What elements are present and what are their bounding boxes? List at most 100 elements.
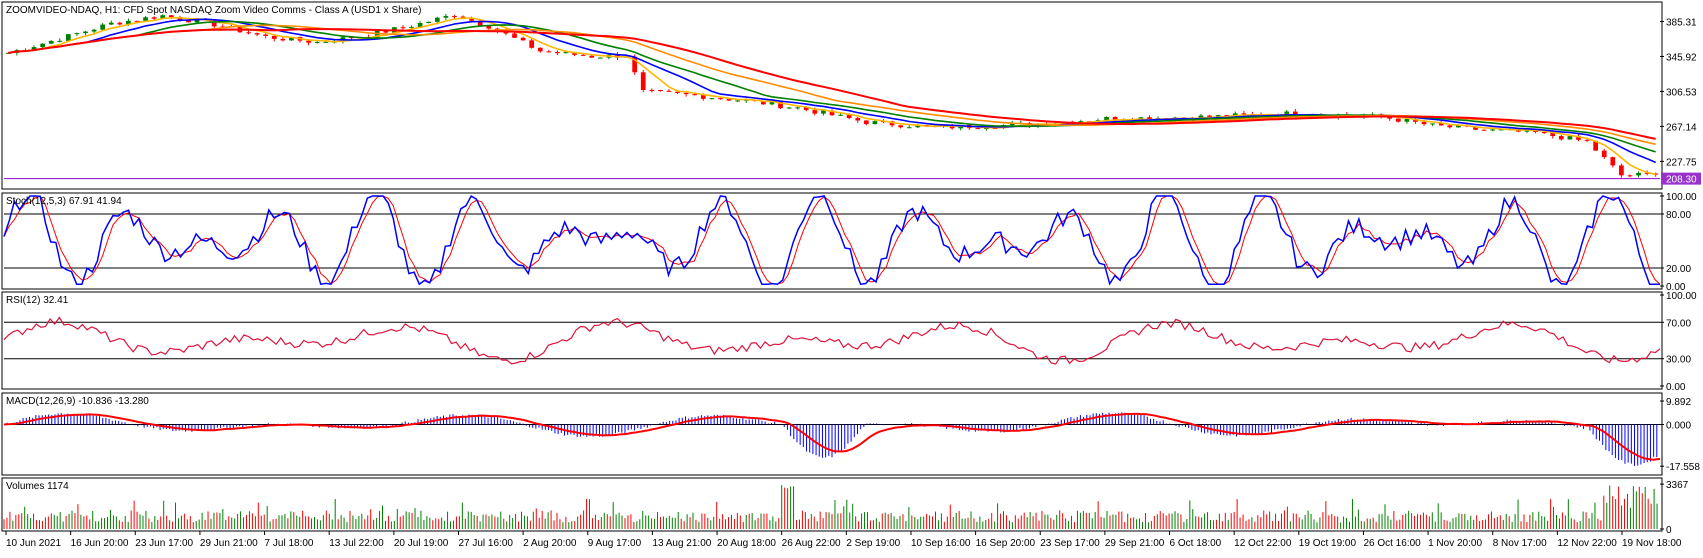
candle-body	[872, 121, 878, 125]
stoch-main-line	[3, 194, 1660, 286]
macd-tick-label: 0.000	[1666, 421, 1691, 432]
candle-body	[91, 29, 97, 32]
x-tick-label: 19 Nov 18:00	[1622, 538, 1682, 549]
x-tick-label: 20 Jul 19:00	[394, 538, 449, 549]
rsi-tick-label: 30.00	[1666, 355, 1691, 366]
candle-body	[400, 27, 406, 29]
candle-body	[821, 110, 826, 114]
candle-body	[666, 90, 672, 92]
volume-label: Volumes 1174	[6, 481, 69, 492]
rsi-tick-label: 100.00	[1666, 291, 1697, 302]
stoch-tick-label: 80.00	[1666, 210, 1691, 221]
ma-orange-line	[8, 24, 1656, 146]
candle-body	[83, 31, 88, 34]
price-panel	[4, 14, 1660, 180]
candle-body	[1627, 175, 1633, 177]
rsi-tick-label: 70.00	[1666, 318, 1691, 329]
candle-body	[1490, 129, 1496, 131]
candle-body	[683, 92, 689, 95]
x-tick-label: 16 Jun 20:00	[71, 538, 129, 549]
candle-body	[65, 34, 71, 41]
x-tick-label: 20 Aug 18:00	[717, 538, 776, 549]
x-tick-label: 1 Nov 20:00	[1428, 538, 1482, 549]
candle-body	[426, 21, 432, 23]
candle-body	[975, 128, 981, 130]
x-tick-label: 26 Aug 22:00	[782, 538, 841, 549]
stoch-tick-label: 20.00	[1666, 264, 1691, 275]
x-tick-label: 12 Oct 22:00	[1234, 538, 1292, 549]
ma-red-line	[8, 28, 1656, 140]
candle-body	[271, 35, 277, 39]
candle-body	[443, 16, 449, 18]
candle-body	[1404, 119, 1410, 122]
candle-body	[108, 22, 114, 25]
x-tick-label: 23 Jun 17:00	[135, 538, 193, 549]
x-tick-label: 6 Oct 18:00	[1170, 538, 1222, 549]
candle-body	[786, 107, 792, 109]
candle-body	[469, 19, 474, 21]
candle-body	[1610, 157, 1616, 166]
candle-body	[537, 47, 543, 52]
candle-body	[1395, 118, 1401, 122]
macd-tick-label: 9.892	[1666, 397, 1691, 408]
candle-body	[512, 33, 517, 38]
x-tick-label: 29 Sep 21:00	[1105, 538, 1165, 549]
price-tick-label: 345.92	[1666, 52, 1697, 63]
candle-body	[692, 94, 698, 96]
x-tick-label: 19 Oct 19:00	[1299, 538, 1357, 549]
candle-body	[246, 32, 251, 34]
candle-body	[1601, 150, 1607, 158]
candle-body	[1447, 125, 1453, 128]
volume-tick-label: 0	[1666, 525, 1672, 536]
price-tick-label: 227.75	[1666, 157, 1697, 168]
x-tick-label: 12 Nov 22:00	[1557, 538, 1617, 549]
candle-body	[57, 40, 63, 42]
candle-body	[855, 118, 861, 121]
x-tick-label: 9 Aug 17:00	[588, 538, 642, 549]
candle-body	[898, 125, 904, 128]
candle-body	[735, 100, 740, 102]
candle-body	[74, 33, 80, 35]
candle-body	[906, 127, 912, 129]
candle-body	[263, 34, 269, 36]
x-tick-label: 7 Jul 18:00	[265, 538, 314, 549]
candle-body	[529, 40, 535, 48]
ma-blue-line	[8, 18, 1657, 164]
candle-body	[1541, 132, 1547, 134]
x-tick-label: 23 Sep 17:00	[1040, 538, 1100, 549]
candle-body	[580, 54, 586, 56]
candle-body	[100, 24, 106, 30]
symbol-title: ZOOMVIDEO-NDAQ, H1: CFD Spot NASDAQ Zoom…	[6, 5, 421, 16]
candle-body	[452, 16, 457, 18]
candle-body	[795, 107, 801, 109]
candle-body	[151, 17, 157, 19]
x-tick-label: 29 Jun 21:00	[200, 538, 258, 549]
x-tick-label: 8 Nov 17:00	[1493, 538, 1547, 549]
candle-body	[1584, 139, 1590, 141]
candle-body	[1619, 165, 1624, 176]
candle-body	[1421, 121, 1427, 125]
x-tick-label: 2 Sep 19:00	[846, 538, 900, 549]
rsi-tick-label: 0.00	[1666, 382, 1686, 393]
price-tick-label: 385.31	[1666, 17, 1697, 28]
rsi-label: RSI(12) 32.41	[6, 295, 69, 306]
candle-body	[649, 89, 655, 91]
macd-panel	[3, 412, 1661, 466]
stoch-label: Stoch(12,5,3) 67.91 41.94	[6, 196, 122, 207]
candle-body	[1481, 129, 1487, 131]
candle-body	[280, 38, 286, 41]
volume-panel	[3, 485, 1658, 529]
x-tick-label: 16 Sep 20:00	[976, 538, 1036, 549]
current-price-label: 208.30	[1666, 175, 1697, 186]
candle-body	[658, 89, 663, 91]
candle-body	[117, 22, 123, 25]
candle-body	[306, 40, 311, 43]
candle-body	[838, 114, 843, 116]
candle-body	[1636, 172, 1641, 176]
candle-body	[597, 57, 603, 59]
candle-body	[1558, 136, 1564, 140]
x-tick-label: 27 Jul 16:00	[458, 538, 513, 549]
stochastic-panel	[3, 194, 1661, 286]
x-tick-label: 26 Oct 16:00	[1363, 538, 1421, 549]
macd-tick-label: -17.558	[1666, 462, 1700, 473]
